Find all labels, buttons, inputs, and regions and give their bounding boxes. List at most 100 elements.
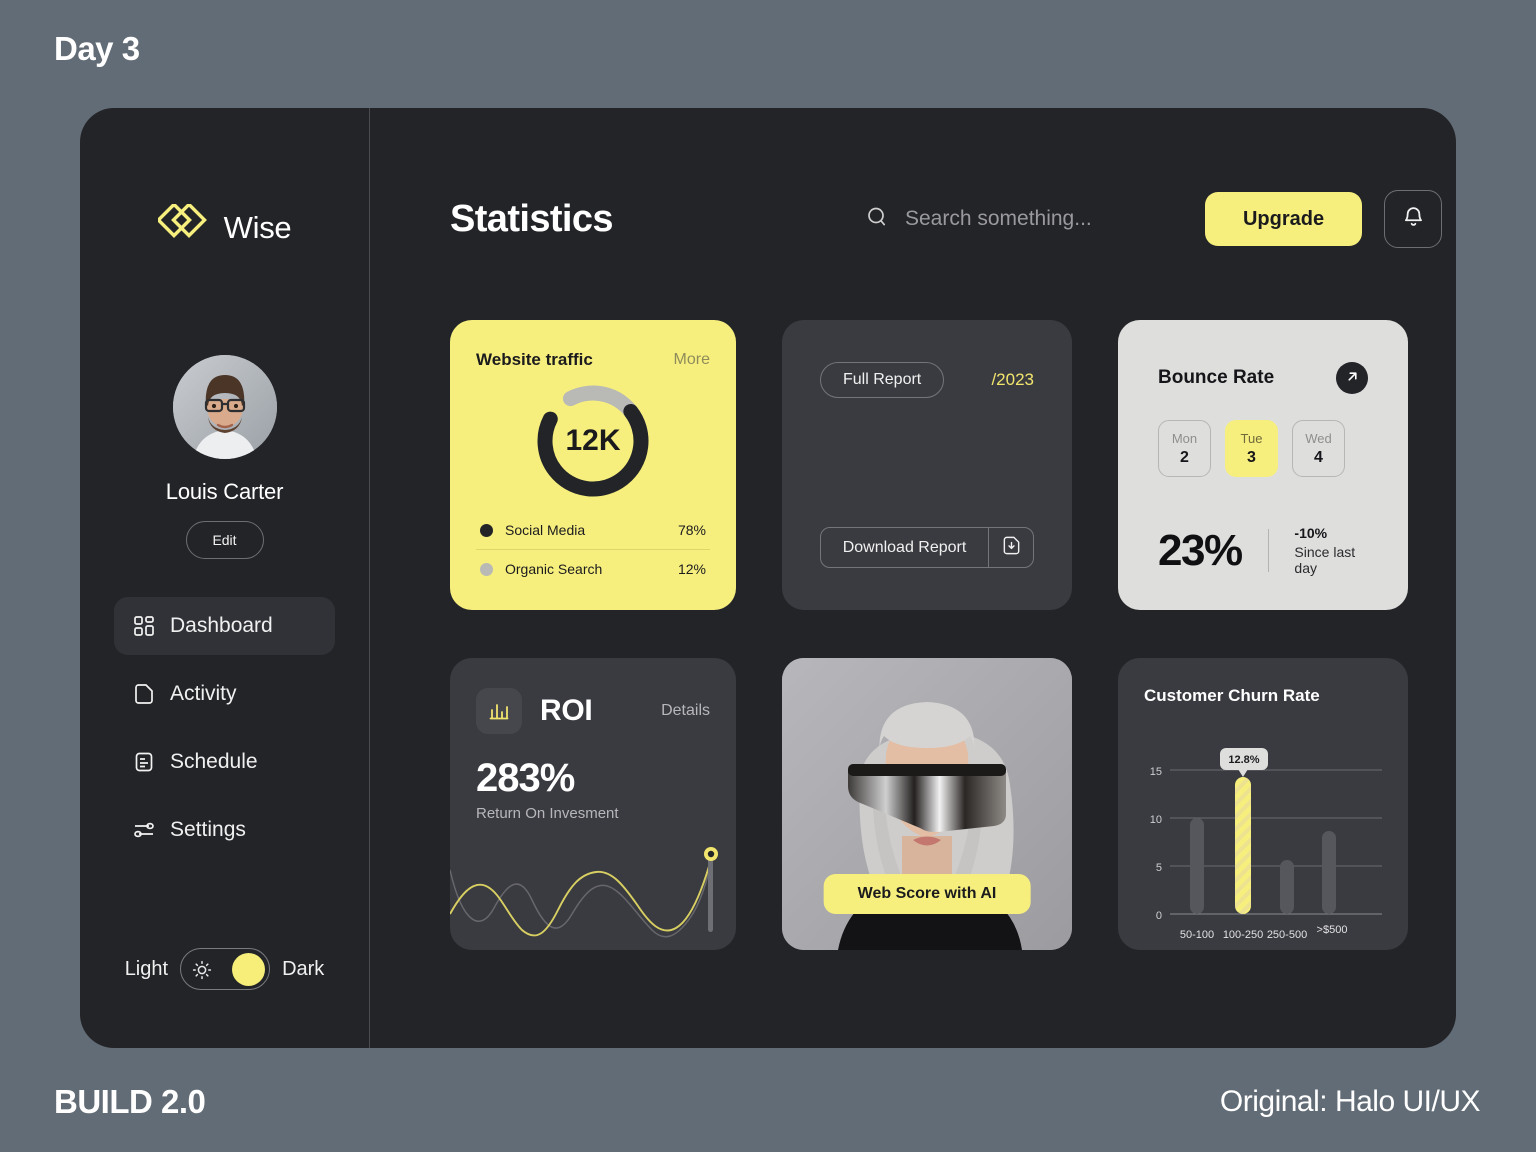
- churn-card-title: Customer Churn Rate: [1144, 686, 1320, 705]
- svg-text:15: 15: [1150, 766, 1162, 778]
- day-name: Mon: [1171, 430, 1198, 446]
- topbar: Statistics Upgrade: [450, 190, 1443, 248]
- legend-label: Social Media: [505, 522, 586, 538]
- edit-profile-button[interactable]: Edit: [185, 521, 264, 559]
- day-cell-mon[interactable]: Mon 2: [1158, 420, 1211, 477]
- roi-card-header: ROI Details: [476, 688, 710, 734]
- sun-icon: [192, 960, 212, 980]
- file-download-icon-button[interactable]: [988, 528, 1033, 567]
- bounce-value: 23%: [1158, 525, 1243, 575]
- sidebar-item-settings[interactable]: Settings: [114, 801, 335, 859]
- card-grid: Website traffic More 12K Social Media 78…: [450, 320, 1442, 950]
- legend-label: Organic Search: [505, 561, 603, 577]
- sidebar-item-label: Settings: [170, 818, 246, 841]
- day-cell-tue[interactable]: Tue 3: [1225, 420, 1278, 477]
- full-report-button[interactable]: Full Report: [820, 362, 945, 398]
- traffic-donut-wrap: 12K: [476, 370, 710, 511]
- sidebar-item-activity[interactable]: Activity: [114, 665, 335, 723]
- roi-card: ROI Details 283% Return On Invesment: [450, 658, 736, 950]
- web-score-button[interactable]: Web Score with AI: [823, 874, 1031, 914]
- traffic-card-title: Website traffic: [476, 350, 593, 369]
- bounce-delta: -10%: [1294, 525, 1328, 541]
- traffic-more-link[interactable]: More: [674, 351, 710, 369]
- arrow-up-right-icon: [1345, 369, 1360, 387]
- day-number: 3: [1247, 448, 1256, 466]
- bell-icon: [1401, 205, 1426, 233]
- avatar[interactable]: [172, 355, 277, 459]
- report-card: Full Report /2023 Download Report: [782, 320, 1072, 610]
- svg-text:250-500: 250-500: [1267, 929, 1307, 941]
- report-year-label: /2023: [991, 370, 1034, 389]
- roi-subtitle: Return On Invesment: [476, 805, 619, 822]
- day-cell-wed[interactable]: Wed 4: [1292, 420, 1345, 477]
- day-name: Wed: [1305, 430, 1332, 446]
- sidebar-item-label: Activity: [170, 682, 237, 705]
- sidebar-item-label: Schedule: [170, 750, 258, 773]
- model-photo: [782, 658, 1072, 950]
- build-label: BUILD 2.0: [54, 1083, 206, 1120]
- grid-icon: [132, 614, 156, 638]
- page-title: Statistics: [450, 197, 614, 240]
- sidebar-item-label: Dashboard: [170, 614, 273, 637]
- download-report-button[interactable]: Download Report: [821, 528, 988, 567]
- roi-title: ROI: [540, 694, 593, 727]
- bar-chart-icon: [476, 688, 522, 734]
- day-number: 2: [1180, 448, 1189, 466]
- brand[interactable]: Wise: [155, 202, 292, 251]
- main-content: Statistics Upgrade: [370, 108, 1456, 1048]
- bounce-day-selector: Mon 2 Tue 3 Wed 4: [1158, 420, 1368, 477]
- brand-name: Wise: [223, 209, 292, 245]
- sidebar-item-schedule[interactable]: Schedule: [114, 733, 335, 791]
- traffic-legend-item: Social Media 78%: [476, 511, 710, 549]
- web-score-card: Web Score with AI: [782, 658, 1072, 950]
- search-bar[interactable]: [865, 205, 1205, 234]
- report-card-header: Full Report /2023: [820, 362, 1034, 398]
- sidebar: Wise Louis Carter Edit Dashboard Activit…: [80, 108, 370, 1048]
- roi-value: 283%: [476, 756, 575, 800]
- download-report-bar: Download Report: [820, 527, 1034, 568]
- traffic-legend-item: Organic Search 12%: [476, 549, 710, 588]
- svg-text:>$500: >$500: [1317, 924, 1348, 936]
- sliders-icon: [132, 818, 156, 842]
- svg-text:0: 0: [1156, 910, 1162, 922]
- churn-bar-chart: 15 10 5 0 12.8% 50-100 100-250 250-500 >…: [1144, 740, 1382, 950]
- svg-text:12.8%: 12.8%: [1228, 754, 1259, 766]
- theme-light-label: Light: [124, 957, 169, 980]
- legend-value: 78%: [677, 522, 706, 538]
- double-diamond-logo-icon: [155, 202, 212, 251]
- bounce-card-header: Bounce Rate: [1158, 362, 1368, 394]
- user-name: Louis Carter: [165, 479, 284, 504]
- divider: [1267, 529, 1269, 572]
- theme-toggle-knob: [232, 953, 266, 986]
- website-traffic-card: Website traffic More 12K Social Media 78…: [450, 320, 736, 610]
- bounce-delta-sub: Since last day: [1294, 544, 1356, 576]
- bounce-delta-block: -10% Since last day: [1294, 525, 1368, 576]
- svg-text:100-250: 100-250: [1223, 929, 1263, 941]
- svg-text:50-100: 50-100: [1180, 929, 1214, 941]
- topbar-actions: Upgrade: [1204, 190, 1443, 248]
- bounce-rate-card: Bounce Rate Mon 2 Tue 3 Wed 4 23% -10% S…: [1118, 320, 1408, 610]
- upgrade-button[interactable]: Upgrade: [1204, 192, 1363, 246]
- bounce-summary: 23% -10% Since last day: [1158, 525, 1368, 576]
- traffic-card-header: Website traffic More: [476, 350, 710, 370]
- day-number: 4: [1314, 448, 1323, 466]
- screenshot-stage: Day 3 BUILD 2.0 Original: Halo UI/UX Wis…: [0, 0, 1536, 1152]
- notifications-button[interactable]: [1384, 190, 1443, 248]
- bounce-card-title: Bounce Rate: [1158, 367, 1275, 388]
- page-icon: [132, 682, 156, 706]
- customer-churn-card: Customer Churn Rate 15 10 5 0 12.8% 50-1…: [1118, 658, 1408, 950]
- sidebar-item-dashboard[interactable]: Dashboard: [114, 597, 335, 655]
- roi-details-link[interactable]: Details: [661, 702, 710, 720]
- theme-dark-label: Dark: [282, 957, 325, 980]
- search-input[interactable]: [904, 207, 1205, 231]
- traffic-donut-value: 12K: [565, 423, 621, 457]
- legend-value: 12%: [677, 561, 706, 577]
- traffic-donut-chart: 12K: [531, 379, 655, 503]
- bounce-expand-button[interactable]: [1336, 362, 1368, 394]
- legend-dot-organic: [480, 562, 493, 576]
- app-window: Wise Louis Carter Edit Dashboard Activit…: [80, 108, 1456, 1048]
- legend-dot-social: [480, 523, 493, 537]
- document-lines-icon: [132, 750, 156, 774]
- sidebar-nav: Dashboard Activity Schedule Settings: [80, 597, 369, 869]
- theme-toggle[interactable]: [180, 948, 271, 990]
